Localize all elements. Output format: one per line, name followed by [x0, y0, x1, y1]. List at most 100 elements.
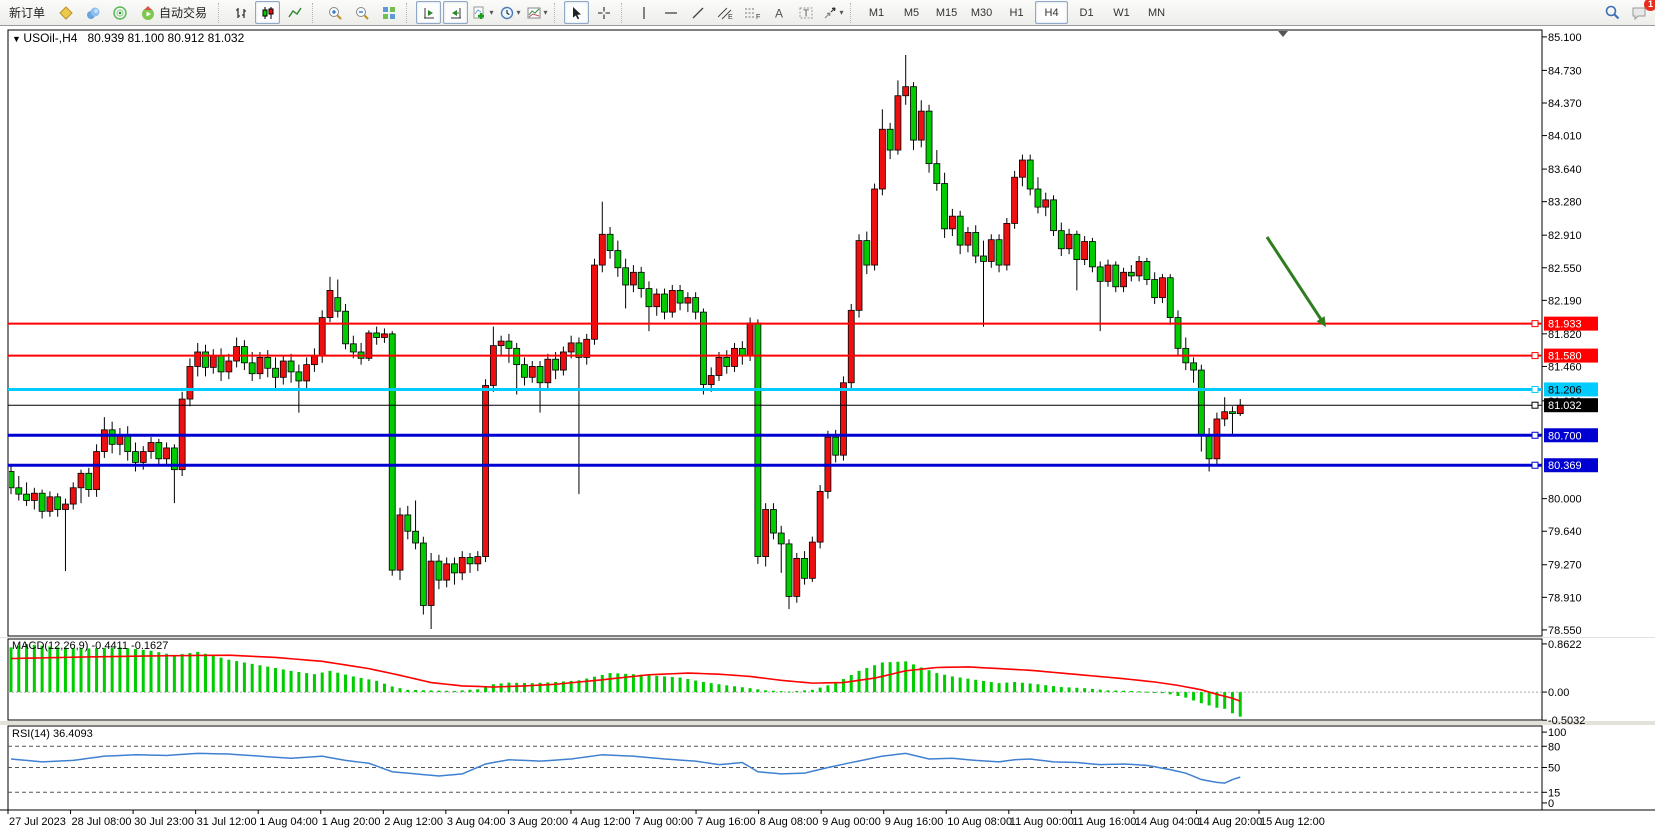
time-tick-label: 8 Aug 08:00 [760, 816, 819, 828]
macd-histogram-bar [531, 683, 534, 692]
crosshair-tool-button[interactable] [591, 1, 616, 24]
candle [615, 251, 621, 268]
text-tool-button[interactable]: A [766, 1, 791, 24]
candlestick-chart-type-button[interactable] [255, 1, 280, 24]
macd-histogram-bar [453, 691, 456, 692]
candle [840, 383, 846, 455]
candle [327, 290, 333, 317]
equidistant-channel-tool-button[interactable]: E [712, 1, 737, 24]
candle [428, 561, 434, 605]
hline-anchor[interactable] [1532, 321, 1538, 327]
candle [451, 564, 457, 573]
indicators-button[interactable]: ▾ [470, 1, 495, 24]
hline-anchor[interactable] [1532, 386, 1538, 392]
price-tag-label: 81.032 [1548, 400, 1582, 412]
candle [1237, 405, 1243, 413]
macd-histogram-bar [297, 672, 300, 692]
horizontal-line-tool-button[interactable] [658, 1, 683, 24]
tile-windows-button[interactable] [376, 1, 401, 24]
macd-histogram-bar [1239, 692, 1242, 717]
hline-anchor[interactable] [1532, 462, 1538, 468]
macd-histogram-bar [103, 648, 106, 692]
candle [420, 543, 426, 605]
timeframe-MN[interactable]: MN [1140, 1, 1173, 24]
macd-histogram-bar [72, 648, 75, 692]
candle [755, 323, 761, 557]
macd-histogram-bar [235, 661, 238, 692]
time-tick-label: 3 Aug 04:00 [447, 816, 506, 828]
macd-histogram-bar [593, 677, 596, 692]
candle [747, 323, 753, 356]
one-click-trading-toggle[interactable]: ▼ [12, 34, 23, 44]
timeframe-W1[interactable]: W1 [1105, 1, 1138, 24]
auto-scroll-button[interactable] [416, 1, 441, 24]
timeframe-H1[interactable]: H1 [1000, 1, 1033, 24]
hline-anchor[interactable] [1532, 402, 1538, 408]
price-tick-label: 82.910 [1548, 230, 1582, 242]
main-panel[interactable] [8, 30, 1542, 636]
candle [234, 347, 240, 361]
candle [553, 359, 559, 370]
templates-button[interactable]: ▾ [524, 1, 549, 24]
line-chart-type-button[interactable] [282, 1, 307, 24]
auto-trading-button[interactable]: 自动交易 [134, 1, 213, 24]
macd-histogram-bar [951, 676, 954, 692]
macd-histogram-bar [469, 690, 472, 692]
price-tick-label: 78.550 [1548, 625, 1582, 637]
bar-chart-type-button[interactable] [228, 1, 253, 24]
candle [646, 289, 652, 307]
candle [708, 376, 714, 385]
panel-splitter[interactable] [0, 637, 1655, 638]
macd-histogram-bar [1130, 691, 1133, 692]
timeframe-M5[interactable]: M5 [895, 1, 928, 24]
price-tag-label: 80.369 [1548, 460, 1582, 472]
candle [374, 333, 380, 338]
text-label-tool-button[interactable]: T [793, 1, 818, 24]
candle [381, 334, 387, 338]
periods-button[interactable]: ▾ [497, 1, 522, 24]
cursor-tool-button[interactable] [564, 1, 589, 24]
panel-splitter[interactable] [0, 721, 1655, 725]
notifications-button[interactable]: 1 [1627, 1, 1652, 24]
timeframe-D1[interactable]: D1 [1070, 1, 1103, 24]
candle [778, 533, 784, 544]
fibonacci-tool-button[interactable]: F [739, 1, 764, 24]
market-watch-icon[interactable] [53, 1, 78, 24]
candle [86, 473, 92, 489]
time-tick-label: 27 Jul 2023 [9, 816, 66, 828]
zoom-out-button[interactable] [349, 1, 374, 24]
macd-histogram-bar [196, 652, 199, 692]
chart-canvas[interactable]: 85.10084.73084.37084.01083.64083.28082.9… [0, 0, 1655, 835]
chart-shift-button[interactable] [443, 1, 468, 24]
vertical-line-tool-button[interactable] [631, 1, 656, 24]
macd-histogram-bar [181, 654, 184, 692]
candle [739, 348, 745, 355]
candle [31, 493, 37, 500]
chevron-down-icon: ▾ [517, 8, 521, 17]
rsi-label: RSI(14) 36.4093 [12, 728, 93, 740]
arrows-tool-button[interactable]: ▾ [820, 1, 845, 24]
candle [1097, 267, 1103, 281]
signals-icon[interactable] [107, 1, 132, 24]
search-icon[interactable] [1600, 1, 1625, 24]
macd-histogram-bar [290, 671, 293, 692]
time-tick-label: 15 Aug 12:00 [1260, 816, 1325, 828]
hline-anchor[interactable] [1532, 432, 1538, 438]
price-tick-label: 83.280 [1548, 197, 1582, 209]
price-tick-label: 84.730 [1548, 65, 1582, 77]
macd-histogram-bar [788, 692, 791, 693]
timeframe-H4[interactable]: H4 [1035, 1, 1068, 24]
time-tick-label: 1 Aug 20:00 [322, 816, 381, 828]
trendline-tool-button[interactable] [685, 1, 710, 24]
new-order-button[interactable]: 新订单 [3, 1, 51, 24]
community-icon[interactable] [80, 1, 105, 24]
hline-anchor[interactable] [1532, 353, 1538, 359]
macd-histogram-bar [220, 658, 223, 692]
candle [304, 365, 310, 381]
zoom-in-button[interactable] [322, 1, 347, 24]
timeframe-M15[interactable]: M15 [930, 1, 963, 24]
timeframe-M1[interactable]: M1 [860, 1, 893, 24]
timeframe-M30[interactable]: M30 [965, 1, 998, 24]
macd-histogram-bar [445, 691, 448, 692]
macd-histogram-bar [321, 673, 324, 693]
